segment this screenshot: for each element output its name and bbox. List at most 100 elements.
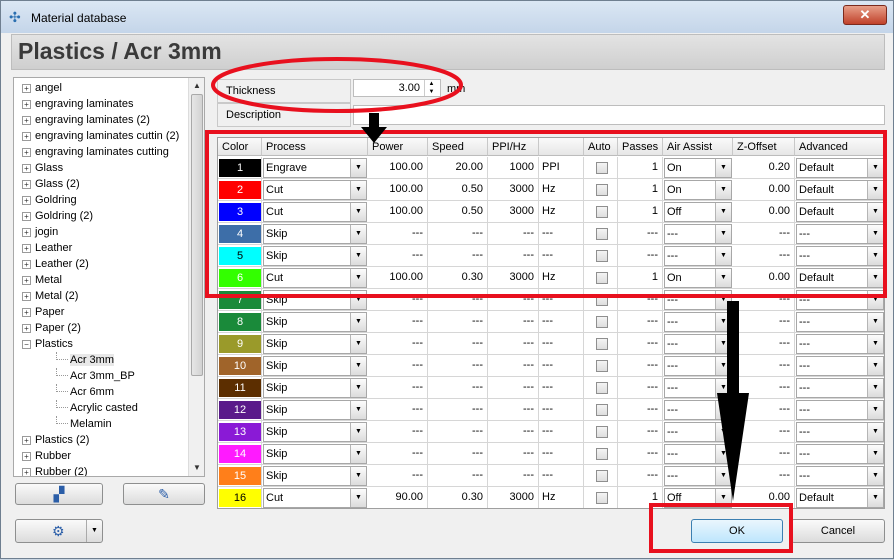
process-select[interactable]: Cut ▼ xyxy=(263,268,367,288)
chevron-down-icon[interactable]: ▼ xyxy=(86,520,102,542)
chevron-down-icon[interactable]: ▼ xyxy=(867,467,883,485)
auto-checkbox[interactable] xyxy=(596,184,608,196)
expand-icon[interactable]: + xyxy=(22,435,31,445)
z-offset-cell[interactable]: --- xyxy=(733,245,795,266)
chevron-down-icon[interactable]: ▼ xyxy=(867,247,883,265)
chevron-down-icon[interactable]: ▼ xyxy=(867,335,883,353)
advanced-select[interactable]: --- ▼ xyxy=(796,466,884,486)
z-offset-cell[interactable]: --- xyxy=(733,421,795,442)
z-offset-cell[interactable]: --- xyxy=(733,443,795,464)
speed-cell[interactable]: 0.30 xyxy=(428,267,488,288)
power-cell[interactable]: --- xyxy=(368,245,428,266)
process-select[interactable]: Skip ▼ xyxy=(263,400,367,420)
advanced-select[interactable]: Default ▼ xyxy=(796,180,884,200)
process-select[interactable]: Skip ▼ xyxy=(263,224,367,244)
power-cell[interactable]: --- xyxy=(368,333,428,354)
chevron-down-icon[interactable]: ▼ xyxy=(867,313,883,331)
material-tree[interactable]: ▲ ▼ + angel + engraving laminates + engraving… xyxy=(13,77,205,477)
chevron-down-icon[interactable]: ▼ xyxy=(350,379,366,397)
process-select[interactable]: Skip ▼ xyxy=(263,312,367,332)
ppi-cell[interactable]: --- xyxy=(488,465,539,486)
chevron-down-icon[interactable]: ▼ xyxy=(867,203,883,221)
chevron-down-icon[interactable]: ▼ xyxy=(715,247,731,265)
z-offset-cell[interactable]: --- xyxy=(733,399,795,420)
passes-cell[interactable]: --- xyxy=(618,223,663,244)
air-assist-select[interactable]: --- ▼ xyxy=(664,422,732,442)
thickness-field[interactable]: 3.00 ▲ ▼ xyxy=(353,79,441,97)
expand-icon[interactable]: + xyxy=(22,163,31,173)
close-button[interactable]: ✕ xyxy=(843,5,887,25)
chevron-down-icon[interactable]: ▼ xyxy=(715,313,731,331)
scroll-up-icon[interactable]: ▲ xyxy=(191,80,203,92)
chevron-down-icon[interactable]: ▼ xyxy=(350,423,366,441)
chevron-down-icon[interactable]: ▼ xyxy=(350,335,366,353)
chevron-down-icon[interactable]: ▼ xyxy=(715,291,731,309)
chevron-down-icon[interactable]: ▼ xyxy=(350,401,366,419)
auto-checkbox[interactable] xyxy=(596,316,608,328)
air-assist-select[interactable]: --- ▼ xyxy=(664,444,732,464)
expand-icon[interactable]: + xyxy=(22,147,31,157)
air-assist-select[interactable]: On ▼ xyxy=(664,158,732,178)
process-select[interactable]: Cut ▼ xyxy=(263,202,367,222)
power-cell[interactable]: --- xyxy=(368,223,428,244)
process-select[interactable]: Skip ▼ xyxy=(263,444,367,464)
advanced-select[interactable]: --- ▼ xyxy=(796,312,884,332)
speed-cell[interactable]: 0.50 xyxy=(428,201,488,222)
advanced-select[interactable]: --- ▼ xyxy=(796,334,884,354)
expand-icon[interactable]: + xyxy=(22,131,31,141)
ppi-cell[interactable]: 3000 xyxy=(488,487,539,508)
passes-cell[interactable]: 1 xyxy=(618,179,663,200)
chevron-down-icon[interactable]: ▼ xyxy=(715,159,731,177)
chevron-down-icon[interactable]: ▼ xyxy=(350,291,366,309)
auto-checkbox[interactable] xyxy=(596,206,608,218)
chevron-down-icon[interactable]: ▼ xyxy=(867,489,883,507)
auto-checkbox[interactable] xyxy=(596,250,608,262)
tree-item[interactable]: + jogin xyxy=(22,224,58,240)
tree-item[interactable]: Acr 6mm xyxy=(56,384,114,400)
passes-cell[interactable]: 1 xyxy=(618,201,663,222)
expand-icon[interactable]: + xyxy=(22,227,31,237)
tree-item[interactable]: + Paper xyxy=(22,304,64,320)
chevron-down-icon[interactable]: ▼ xyxy=(350,225,366,243)
scroll-thumb[interactable] xyxy=(191,94,203,376)
air-assist-select[interactable]: --- ▼ xyxy=(664,290,732,310)
cancel-button[interactable]: Cancel xyxy=(791,519,885,543)
z-offset-cell[interactable]: --- xyxy=(733,223,795,244)
expand-icon[interactable]: + xyxy=(22,323,31,333)
expand-icon[interactable]: + xyxy=(22,307,31,317)
chevron-down-icon[interactable]: ▼ xyxy=(867,423,883,441)
advanced-select[interactable]: --- ▼ xyxy=(796,246,884,266)
passes-cell[interactable]: 1 xyxy=(618,157,663,178)
process-select[interactable]: Skip ▼ xyxy=(263,356,367,376)
expand-icon[interactable]: + xyxy=(22,115,31,125)
chevron-down-icon[interactable]: ▼ xyxy=(350,357,366,375)
chevron-down-icon[interactable]: ▼ xyxy=(715,335,731,353)
speed-cell[interactable]: --- xyxy=(428,355,488,376)
chevron-down-icon[interactable]: ▼ xyxy=(867,357,883,375)
chevron-down-icon[interactable]: ▼ xyxy=(867,225,883,243)
power-cell[interactable]: 100.00 xyxy=(368,179,428,200)
tree-item[interactable]: Acr 3mm xyxy=(56,352,114,368)
ppi-cell[interactable]: --- xyxy=(488,443,539,464)
chevron-down-icon[interactable]: ▼ xyxy=(867,379,883,397)
tree-item[interactable]: Acrylic casted xyxy=(56,400,138,416)
expand-icon[interactable]: + xyxy=(22,179,31,189)
collapse-icon[interactable]: − xyxy=(22,339,31,349)
auto-checkbox[interactable] xyxy=(596,382,608,394)
air-assist-select[interactable]: --- ▼ xyxy=(664,356,732,376)
expand-icon[interactable]: + xyxy=(22,451,31,461)
passes-cell[interactable]: --- xyxy=(618,289,663,310)
advanced-select[interactable]: --- ▼ xyxy=(796,422,884,442)
tree-item[interactable]: + Rubber (2) xyxy=(22,464,88,476)
air-assist-select[interactable]: --- ▼ xyxy=(664,312,732,332)
power-cell[interactable]: 100.00 xyxy=(368,267,428,288)
speed-cell[interactable]: --- xyxy=(428,245,488,266)
auto-checkbox[interactable] xyxy=(596,448,608,460)
expand-icon[interactable]: + xyxy=(22,243,31,253)
add-material-button[interactable]: ▞ xyxy=(15,483,103,505)
z-offset-cell[interactable]: --- xyxy=(733,311,795,332)
tree-item[interactable]: + engraving laminates (2) xyxy=(22,112,150,128)
air-assist-select[interactable]: Off ▼ xyxy=(664,488,732,508)
process-select[interactable]: Skip ▼ xyxy=(263,422,367,442)
chevron-down-icon[interactable]: ▼ xyxy=(867,159,883,177)
